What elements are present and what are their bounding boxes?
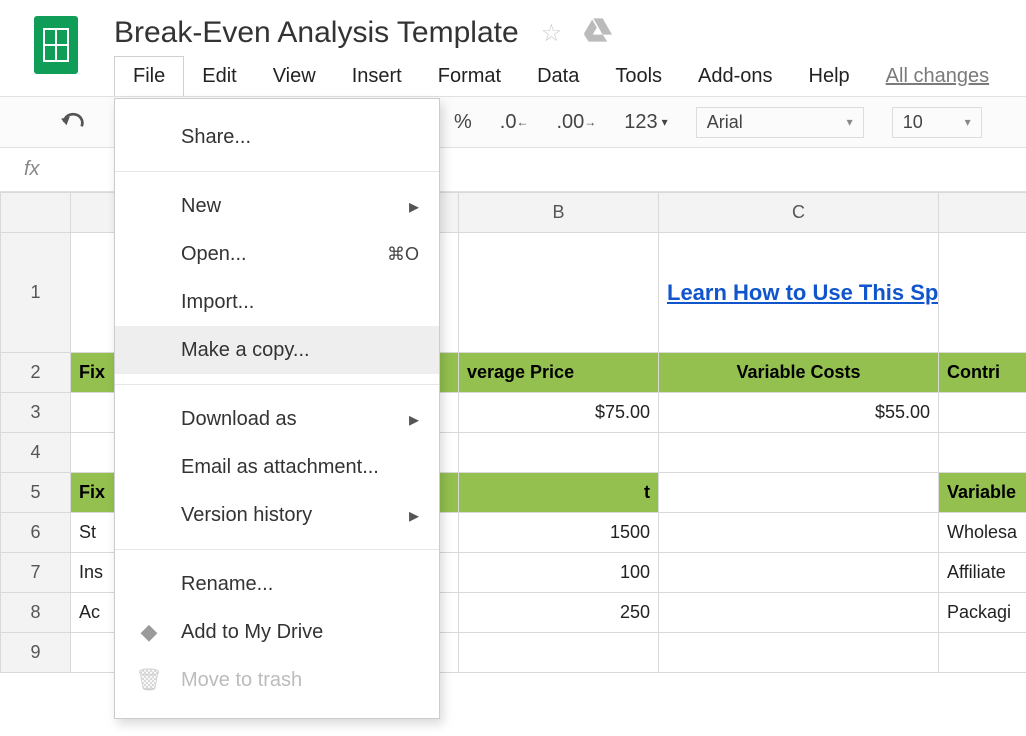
row-header[interactable]: 7 xyxy=(1,553,71,593)
cell[interactable]: $75.00 xyxy=(459,393,659,433)
menu-insert[interactable]: Insert xyxy=(334,57,420,96)
menu-help[interactable]: Help xyxy=(791,57,868,96)
submenu-arrow-icon: ▸ xyxy=(409,503,419,528)
menu-tools[interactable]: Tools xyxy=(597,57,680,96)
cell[interactable] xyxy=(659,473,939,513)
more-formats-button[interactable]: 123▾ xyxy=(610,97,681,147)
all-changes-saved[interactable]: All changes xyxy=(886,65,989,88)
col-header-B[interactable]: B xyxy=(459,193,659,233)
menu-view[interactable]: View xyxy=(255,57,334,96)
cell[interactable]: Packagi xyxy=(939,593,1026,633)
cell[interactable] xyxy=(939,233,1026,353)
cell[interactable] xyxy=(939,433,1026,473)
cell[interactable] xyxy=(939,393,1026,433)
separator xyxy=(115,549,439,550)
separator xyxy=(115,384,439,385)
row-header[interactable]: 8 xyxy=(1,593,71,633)
sheets-logo-icon[interactable] xyxy=(34,16,78,74)
row-header[interactable]: 2 xyxy=(1,353,71,393)
cell[interactable]: t xyxy=(459,473,659,513)
row-header[interactable]: 9 xyxy=(1,633,71,673)
col-header-D[interactable] xyxy=(939,193,1026,233)
corner-cell[interactable] xyxy=(1,193,71,233)
cell[interactable]: Learn How to Use This Sp xyxy=(659,233,939,353)
row-header[interactable]: 3 xyxy=(1,393,71,433)
file-version-history[interactable]: Version history▸ xyxy=(115,491,439,539)
cell[interactable]: Affiliate xyxy=(939,553,1026,593)
row-header[interactable]: 4 xyxy=(1,433,71,473)
cell[interactable]: Variable Costs xyxy=(659,353,939,393)
file-move-to-trash: 🗑Move to trash xyxy=(115,656,439,704)
cell[interactable] xyxy=(459,633,659,673)
cell[interactable]: verage Price xyxy=(459,353,659,393)
document-title[interactable]: Break-Even Analysis Template xyxy=(114,16,519,50)
decrease-decimal-button[interactable]: .0← xyxy=(486,97,543,147)
file-add-to-drive[interactable]: ◆Add to My Drive xyxy=(115,608,439,656)
separator xyxy=(115,171,439,172)
menu-addons[interactable]: Add-ons xyxy=(680,57,791,96)
trash-icon: 🗑 xyxy=(135,667,163,693)
cell[interactable] xyxy=(659,633,939,673)
learn-link[interactable]: Learn How to Use This Sp xyxy=(667,280,938,305)
cell[interactable]: 1500 xyxy=(459,513,659,553)
cell[interactable] xyxy=(659,433,939,473)
row-header[interactable]: 5 xyxy=(1,473,71,513)
row-header[interactable]: 1 xyxy=(1,233,71,353)
cell[interactable]: Variable xyxy=(939,473,1026,513)
file-email-attachment[interactable]: Email as attachment... xyxy=(115,443,439,491)
cell[interactable] xyxy=(459,433,659,473)
menu-edit[interactable]: Edit xyxy=(184,57,254,96)
submenu-arrow-icon: ▸ xyxy=(409,194,419,219)
file-new[interactable]: New▸ xyxy=(115,182,439,230)
file-open[interactable]: Open...⌘O xyxy=(115,230,439,278)
file-import[interactable]: Import... xyxy=(115,278,439,326)
submenu-arrow-icon: ▸ xyxy=(409,407,419,432)
star-icon[interactable]: ☆ xyxy=(541,19,563,48)
cell[interactable]: Contri xyxy=(939,353,1026,393)
cell[interactable]: 250 xyxy=(459,593,659,633)
increase-decimal-button[interactable]: .00→ xyxy=(542,97,610,147)
file-menu-dropdown: Share... New▸ Open...⌘O Import... Make a… xyxy=(114,98,440,719)
drive-icon: ◆ xyxy=(135,619,163,645)
cell[interactable] xyxy=(659,593,939,633)
file-download-as[interactable]: Download as▸ xyxy=(115,395,439,443)
cell[interactable]: $55.00 xyxy=(659,393,939,433)
cell[interactable] xyxy=(659,513,939,553)
format-percent-button[interactable]: % xyxy=(440,97,486,147)
menu-data[interactable]: Data xyxy=(519,57,597,96)
row-header[interactable]: 6 xyxy=(1,513,71,553)
menu-format[interactable]: Format xyxy=(420,57,519,96)
file-share[interactable]: Share... xyxy=(115,113,439,161)
add-to-drive-icon[interactable] xyxy=(584,18,612,49)
cell[interactable]: 100 xyxy=(459,553,659,593)
undo-button[interactable] xyxy=(46,97,100,147)
font-size-select[interactable]: 10▾ xyxy=(892,107,982,138)
fx-label: fx xyxy=(24,158,40,181)
menu-file[interactable]: File xyxy=(114,56,184,96)
cell[interactable] xyxy=(939,633,1026,673)
cell[interactable] xyxy=(659,553,939,593)
file-make-a-copy[interactable]: Make a copy... xyxy=(115,326,439,374)
menubar: File Edit View Insert Format Data Tools … xyxy=(114,56,989,96)
col-header-C[interactable]: C xyxy=(659,193,939,233)
font-select[interactable]: Arial▾ xyxy=(696,107,864,138)
cell[interactable]: Wholesa xyxy=(939,513,1026,553)
shortcut-label: ⌘O xyxy=(387,244,419,265)
file-rename[interactable]: Rename... xyxy=(115,560,439,608)
cell[interactable] xyxy=(459,233,659,353)
